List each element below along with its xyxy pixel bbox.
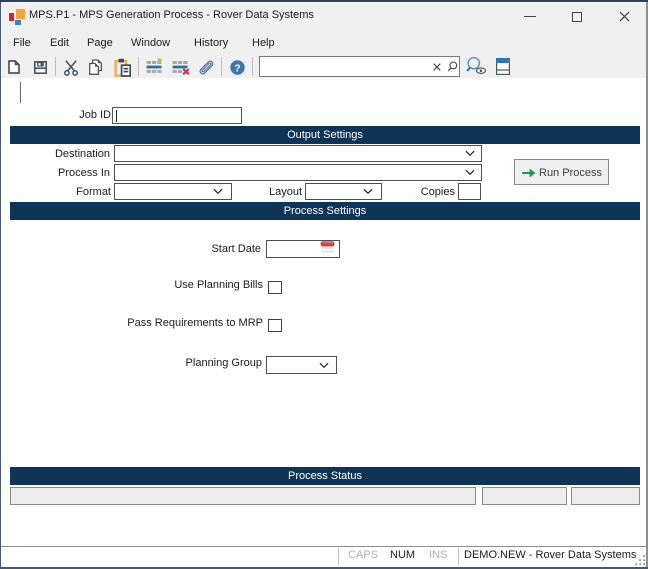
svg-text:?: ?	[234, 62, 240, 74]
